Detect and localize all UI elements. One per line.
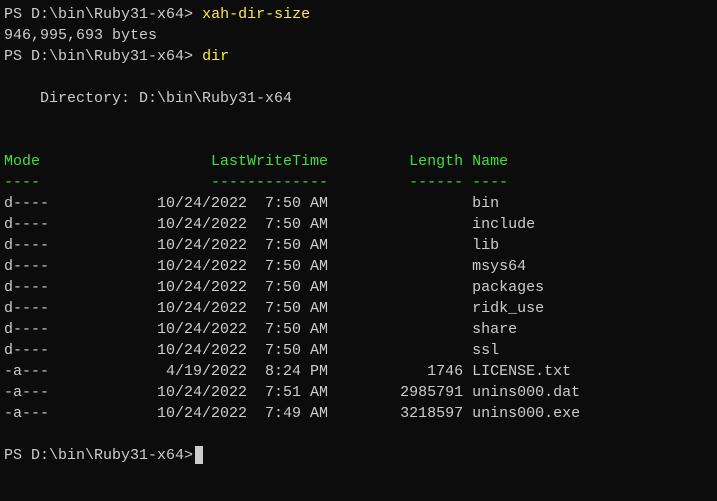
prompt-caret: >: [184, 48, 202, 65]
table-row: -a--- 10/24/2022 7:51 AM 2985791 unins00…: [4, 382, 713, 403]
prompt-caret: >: [184, 6, 202, 23]
blank-line: [4, 67, 713, 88]
prompt-path: D:\bin\Ruby31-x64: [31, 447, 184, 464]
table-row: d---- 10/24/2022 7:50 AM include: [4, 214, 713, 235]
table-row: d---- 10/24/2022 7:50 AM lib: [4, 235, 713, 256]
table-row: d---- 10/24/2022 7:50 AM ssl: [4, 340, 713, 361]
dash-mode: ----: [4, 174, 130, 191]
prompt-path: D:\bin\Ruby31-x64: [31, 48, 184, 65]
directory-path: D:\bin\Ruby31-x64: [139, 90, 292, 107]
prompt-line-3[interactable]: PS D:\bin\Ruby31-x64>: [4, 445, 713, 466]
cursor-icon: [195, 446, 203, 464]
file-listing: d---- 10/24/2022 7:50 AM bind---- 10/24/…: [4, 193, 713, 424]
column-dashes: ---- ------------- ------ ----: [4, 172, 713, 193]
prompt-prefix: PS: [4, 48, 31, 65]
prompt-prefix: PS: [4, 6, 31, 23]
command-text: dir: [202, 48, 229, 65]
dash-length: ------: [328, 174, 463, 191]
blank-line: [4, 109, 713, 130]
prompt-path: D:\bin\Ruby31-x64: [31, 6, 184, 23]
size-output: 946,995,693 bytes: [4, 25, 713, 46]
table-row: -a--- 10/24/2022 7:49 AM 3218597 unins00…: [4, 403, 713, 424]
dash-name: ----: [463, 174, 508, 191]
table-row: d---- 10/24/2022 7:50 AM msys64: [4, 256, 713, 277]
table-row: d---- 10/24/2022 7:50 AM share: [4, 319, 713, 340]
table-row: d---- 10/24/2022 7:50 AM bin: [4, 193, 713, 214]
directory-label: Directory:: [4, 90, 139, 107]
prompt-caret: >: [184, 447, 193, 464]
command-text: xah-dir-size: [202, 6, 310, 23]
prompt-line-2: PS D:\bin\Ruby31-x64> dir: [4, 46, 713, 67]
column-headers: Mode LastWriteTime Length Name: [4, 151, 713, 172]
header-name: Name: [463, 153, 508, 170]
dash-lastwritetime: -------------: [130, 174, 328, 191]
blank-line: [4, 130, 713, 151]
header-mode: Mode: [4, 153, 130, 170]
table-row: -a--- 4/19/2022 8:24 PM 1746 LICENSE.txt: [4, 361, 713, 382]
prompt-prefix: PS: [4, 447, 31, 464]
header-length: Length: [328, 153, 463, 170]
header-lastwritetime: LastWriteTime: [130, 153, 328, 170]
table-row: d---- 10/24/2022 7:50 AM ridk_use: [4, 298, 713, 319]
directory-line: Directory: D:\bin\Ruby31-x64: [4, 88, 713, 109]
prompt-line-1: PS D:\bin\Ruby31-x64> xah-dir-size: [4, 4, 713, 25]
table-row: d---- 10/24/2022 7:50 AM packages: [4, 277, 713, 298]
blank-line: [4, 424, 713, 445]
